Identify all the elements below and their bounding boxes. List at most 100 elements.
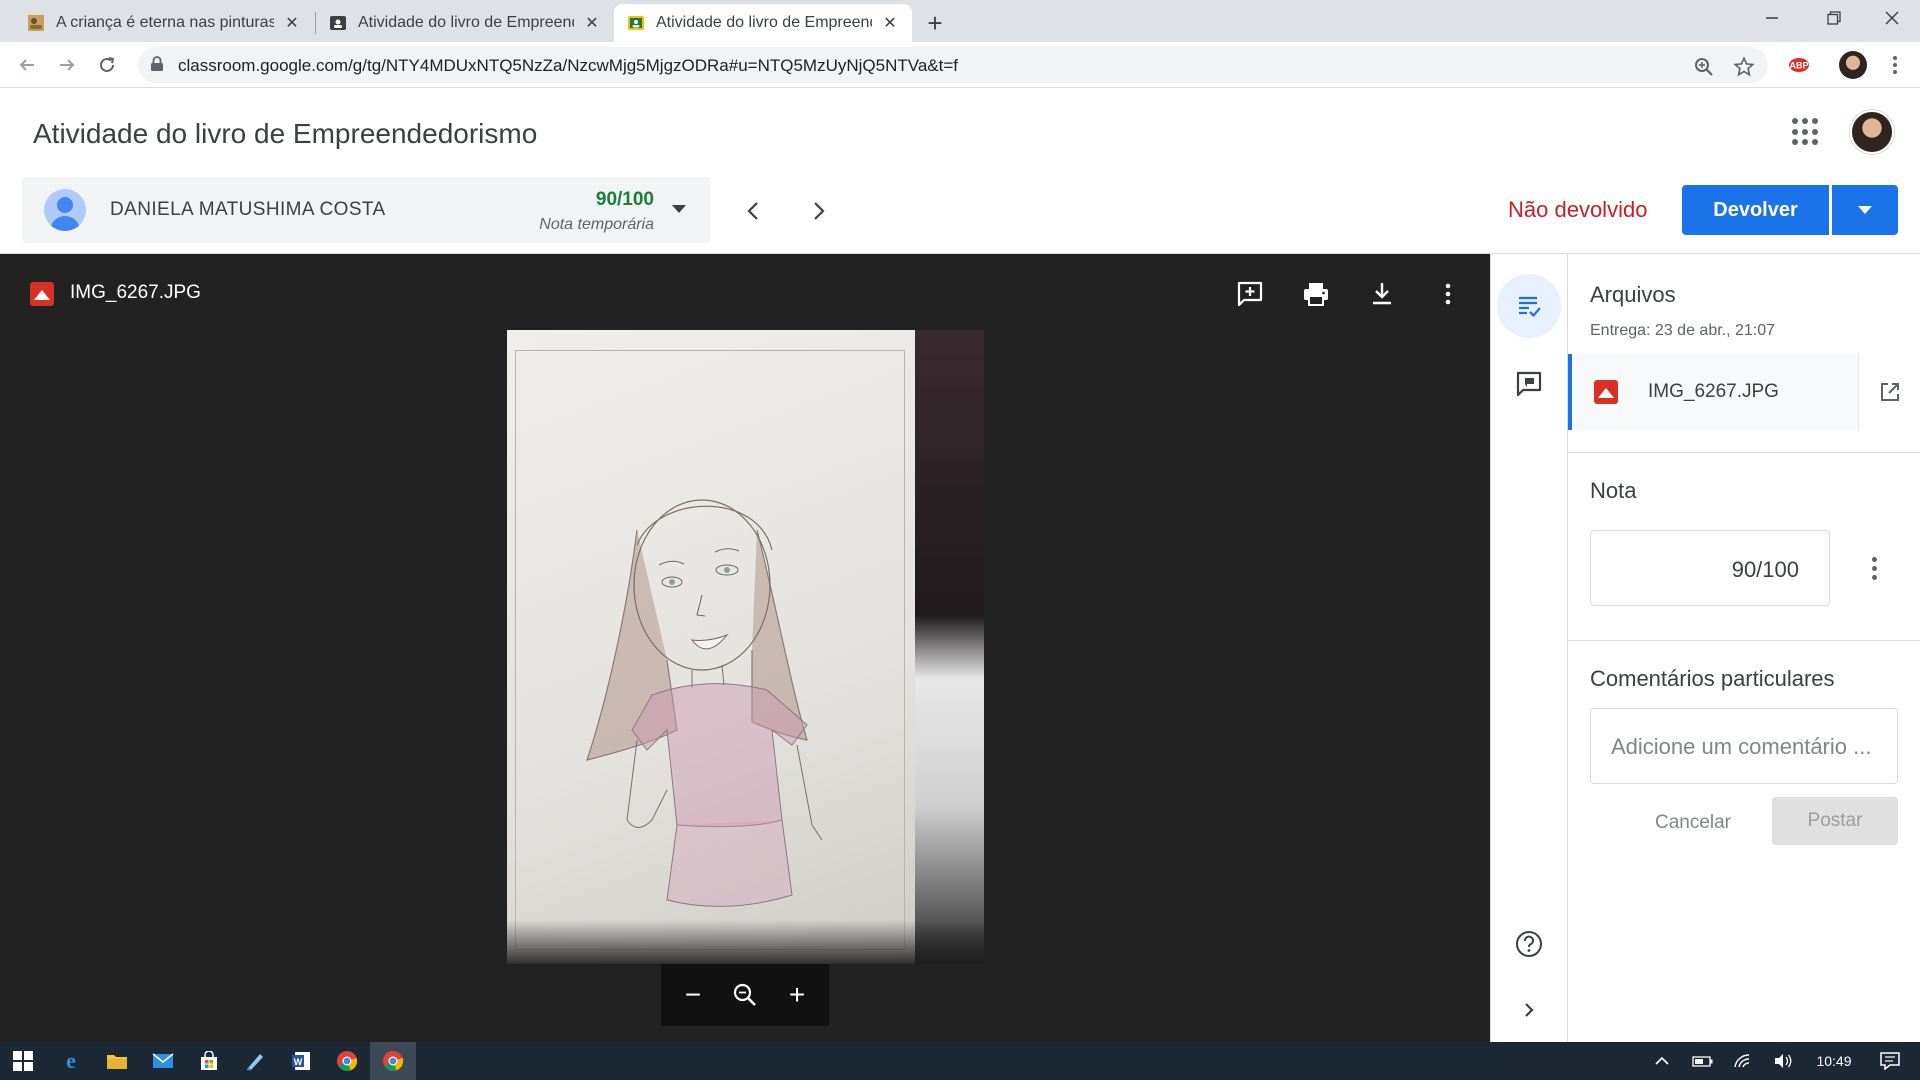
cancel-button[interactable]: Cancelar	[1628, 800, 1758, 846]
tab-title: A criança é eterna nas pinturas d	[56, 14, 274, 31]
svg-text:e: e	[66, 1050, 76, 1072]
restore-icon[interactable]	[1806, 0, 1862, 36]
edge-icon[interactable]: e	[48, 1042, 94, 1080]
bookmark-star-icon[interactable]	[1732, 55, 1756, 79]
comments-tab-icon[interactable]	[1497, 352, 1561, 416]
chevron-down-icon[interactable]	[672, 205, 686, 213]
files-heading: Arquivos	[1590, 282, 1676, 307]
address-bar[interactable]: classroom.google.com/g/tg/NTY4MDUxNTQ5Nz…	[138, 47, 1768, 83]
drawing-sketch	[586, 499, 823, 907]
grade-value: 90/100	[1731, 557, 1799, 582]
clock-time[interactable]: 10:49	[1806, 1042, 1862, 1080]
apps-grid-icon[interactable]	[1792, 118, 1820, 146]
browser-tab-1[interactable]: A criança é eterna nas pinturas d ✕	[14, 4, 314, 42]
svg-text:W: W	[294, 1057, 303, 1067]
side-panel: Arquivos Entrega: 23 de abr., 21:07 IMG_…	[1568, 254, 1920, 1042]
reload-icon[interactable]	[92, 50, 122, 80]
word-icon[interactable]: W	[278, 1042, 324, 1080]
tab-title: Atividade do livro de Empreende	[358, 14, 574, 31]
zoom-out-button[interactable]: −	[677, 979, 709, 1011]
tab-title: Atividade do livro de Empreende	[656, 14, 872, 31]
profile-avatar[interactable]	[1838, 50, 1868, 80]
download-icon[interactable]	[1366, 278, 1398, 310]
close-tab-icon[interactable]: ✕	[880, 13, 900, 33]
app-header: Atividade do livro de Empreendedorismo	[0, 88, 1920, 176]
page-title: Atividade do livro de Empreendedorismo	[33, 118, 538, 149]
help-icon[interactable]	[1497, 912, 1561, 976]
notifications-icon[interactable]	[1868, 1042, 1912, 1080]
more-options-icon[interactable]	[1432, 278, 1464, 310]
extension-icon[interactable]: ABP	[1784, 50, 1814, 80]
account-avatar[interactable]	[1850, 110, 1894, 154]
classroom-icon	[328, 13, 348, 33]
file-explorer-icon[interactable]	[94, 1042, 140, 1080]
submission-time: Entrega: 23 de abr., 21:07	[1590, 322, 1776, 339]
windows-taskbar: e W 10:49	[0, 1042, 1920, 1080]
browser-tab-2[interactable]: Atividade do livro de Empreende ✕	[316, 4, 614, 42]
chrome-icon[interactable]	[324, 1042, 370, 1080]
show-hidden-icons-icon[interactable]	[1650, 1042, 1674, 1080]
file-name: IMG_6267.JPG	[1648, 381, 1779, 402]
back-icon[interactable]	[12, 50, 42, 80]
student-grade: 90/100	[595, 189, 654, 210]
attached-file[interactable]: IMG_6267.JPG	[1568, 354, 1920, 430]
add-comment-icon[interactable]	[1234, 278, 1266, 310]
divider	[1568, 452, 1920, 453]
grade-note: Nota temporária	[539, 216, 654, 233]
painting-icon	[26, 13, 46, 33]
notes-app-icon[interactable]	[232, 1042, 278, 1080]
zoom-in-button[interactable]: +	[781, 979, 813, 1011]
image-file-icon	[30, 282, 54, 306]
windows-start-icon[interactable]	[0, 1042, 46, 1080]
grade-input[interactable]: 90/100	[1590, 530, 1830, 606]
files-tab-icon[interactable]	[1497, 274, 1561, 338]
volume-icon[interactable]	[1770, 1042, 1796, 1080]
classroom-icon	[626, 13, 646, 33]
student-selector[interactable]: DANIELA MATUSHIMA COSTA 90/100 Nota temp…	[22, 177, 710, 243]
minimize-icon[interactable]	[1744, 0, 1800, 36]
file-viewer: IMG_6267.JPG − +	[0, 254, 1490, 1042]
network-icon[interactable]	[1730, 1042, 1756, 1080]
student-avatar-icon	[44, 189, 86, 231]
post-button[interactable]: Postar	[1772, 797, 1898, 845]
print-icon[interactable]	[1300, 278, 1332, 310]
return-menu-button[interactable]	[1832, 185, 1898, 235]
viewer-filename: IMG_6267.JPG	[70, 282, 201, 303]
browser-toolbar: classroom.google.com/g/tg/NTY4MDUxNTQ5Nz…	[0, 42, 1920, 88]
submitted-image	[507, 330, 984, 964]
browser-tab-3[interactable]: Atividade do livro de Empreende ✕	[614, 4, 912, 42]
side-rail	[1490, 254, 1568, 1042]
forward-icon[interactable]	[52, 50, 82, 80]
battery-icon[interactable]	[1690, 1042, 1716, 1080]
close-tab-icon[interactable]: ✕	[282, 13, 302, 33]
grade-heading: Nota	[1590, 478, 1637, 503]
mail-icon[interactable]	[140, 1042, 186, 1080]
open-in-new-icon[interactable]	[1858, 354, 1920, 430]
new-tab-button[interactable]: +	[920, 8, 950, 38]
svg-text:ABP: ABP	[1789, 61, 1808, 71]
store-icon[interactable]	[186, 1042, 232, 1080]
grade-more-icon[interactable]	[1862, 556, 1886, 580]
zoom-toolbar: − +	[661, 964, 829, 1026]
return-button[interactable]: Devolver	[1682, 185, 1829, 235]
close-window-icon[interactable]	[1864, 0, 1920, 36]
chrome-menu-icon[interactable]	[1880, 50, 1910, 80]
close-tab-icon[interactable]: ✕	[582, 13, 602, 33]
zoom-icon[interactable]	[1692, 55, 1716, 79]
browser-tab-strip: A criança é eterna nas pinturas d ✕ Ativ…	[0, 0, 1920, 42]
comment-field[interactable]	[1590, 708, 1898, 784]
student-bar: DANIELA MATUSHIMA COSTA 90/100 Nota temp…	[0, 176, 1920, 254]
previous-student-icon[interactable]	[736, 194, 770, 228]
student-name: DANIELA MATUSHIMA COSTA	[110, 199, 386, 220]
url-text: classroom.google.com/g/tg/NTY4MDUxNTQ5Nz…	[178, 56, 958, 75]
comment-input[interactable]	[1611, 731, 1891, 763]
zoom-magnifier-icon[interactable]	[729, 979, 761, 1011]
divider	[1568, 640, 1920, 641]
chrome-active-icon[interactable]	[370, 1042, 416, 1080]
next-student-icon[interactable]	[802, 194, 836, 228]
image-file-icon	[1594, 380, 1618, 404]
status-badge: Não devolvido	[1508, 197, 1648, 222]
comments-heading: Comentários particulares	[1590, 666, 1835, 691]
lock-icon	[150, 56, 168, 74]
chevron-right-icon[interactable]	[1497, 978, 1561, 1042]
